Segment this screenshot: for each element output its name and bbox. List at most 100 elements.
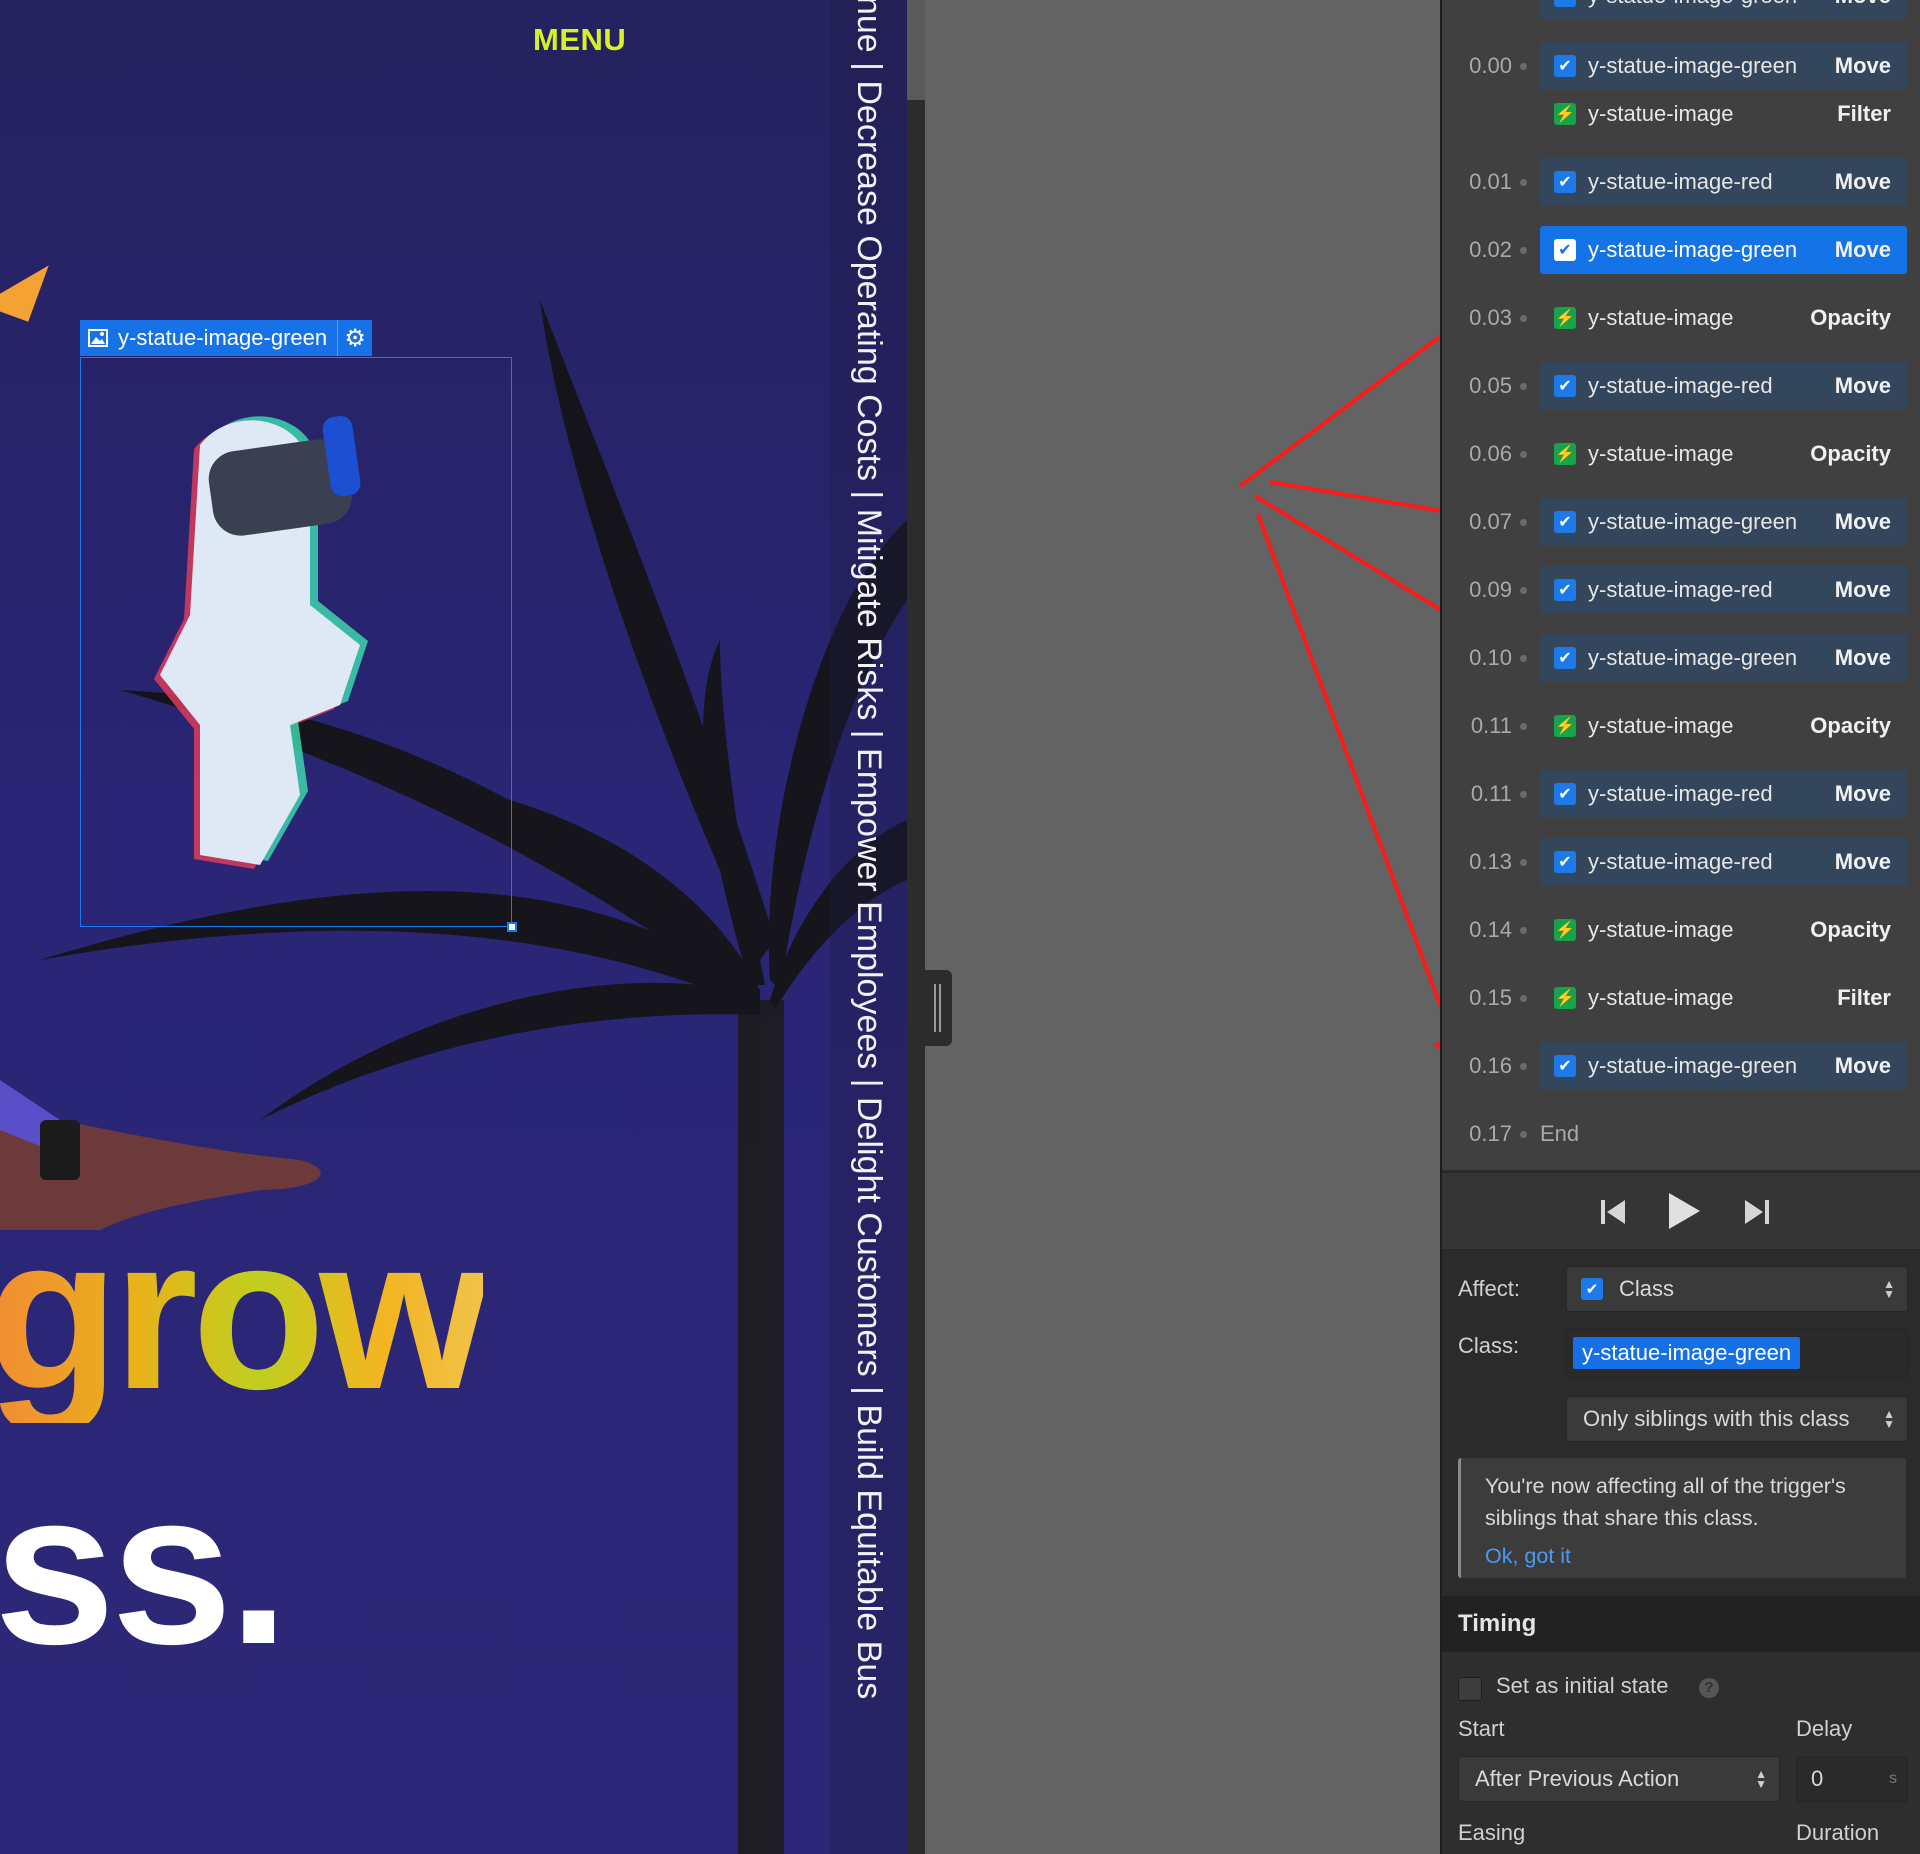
timeline-step[interactable]: ✔ y-statue-image-red Move — [1540, 566, 1907, 614]
end-time: 0.17 — [1469, 1121, 1512, 1146]
hero-headline-line2: ss. — [0, 1447, 289, 1690]
brush-icon: ✔ — [1554, 1055, 1576, 1077]
scope-select[interactable]: Only siblings with this class ▲ ▼ — [1566, 1396, 1908, 1442]
step-action: Filter — [1837, 101, 1891, 126]
step-action: Opacity — [1810, 441, 1891, 466]
timeline-step[interactable]: ✔ y-statue-image-green Move — [1540, 42, 1907, 90]
menu-link[interactable]: MENU — [533, 22, 626, 58]
hero-headline-line1: grow — [0, 1205, 489, 1423]
timing-section-header[interactable]: Timing — [1442, 1596, 1920, 1652]
step-action: Move — [1834, 577, 1891, 602]
timeline-step[interactable]: ✔ y-statue-image-red Move — [1540, 362, 1907, 410]
brush-icon: ✔ — [1554, 511, 1576, 533]
affect-label: Affect: — [1458, 1276, 1520, 1301]
time-dot — [1520, 995, 1527, 1002]
easing-label: Easing — [1458, 1820, 1526, 1845]
step-target: y-statue-image-green — [1588, 1053, 1798, 1078]
timeline-step[interactable]: ✔ y-statue-image-red Move — [1540, 838, 1907, 886]
step-time: 0.11 — [1470, 713, 1512, 738]
timeline-step[interactable]: ⚡ y-statue-image Filter — [1540, 90, 1907, 138]
step-action: Move — [1834, 781, 1891, 806]
select-arrows-icon: ▲ ▼ — [1755, 1767, 1767, 1791]
playback-controls — [1442, 1172, 1920, 1250]
step-target: y-statue-image-red — [1588, 169, 1773, 194]
dismiss-notice-link[interactable]: Ok, got it — [1485, 1540, 1890, 1572]
step-time: 0.09 — [1469, 577, 1512, 602]
brush-icon: ✔ — [1554, 647, 1576, 669]
time-dot — [1520, 247, 1527, 254]
timeline-step[interactable]: ✔ y-statue-image-red Move — [1540, 770, 1907, 818]
timeline-row: 0.02 ✔ y-statue-image-green Move — [1442, 226, 1920, 274]
bolt-icon: ⚡ — [1554, 307, 1576, 329]
class-chip[interactable]: y-statue-image-green — [1573, 1337, 1801, 1369]
start-select[interactable]: After Previous Action ▲ ▼ — [1458, 1756, 1780, 1802]
step-action: Opacity — [1810, 713, 1891, 738]
step-time: 0.10 — [1469, 645, 1512, 670]
timeline-step[interactable]: ✔ y-statue-image-green Move — [1540, 0, 1907, 20]
timeline-step[interactable]: ✔ y-statue-image-green Move — [1540, 1042, 1907, 1090]
timeline-row: 0.07 ✔ y-statue-image-green Move — [1442, 498, 1920, 546]
step-target: y-statue-image — [1588, 101, 1734, 126]
selected-element-outline[interactable] — [80, 357, 512, 927]
timeline-step[interactable]: ✔ y-statue-image-green Move — [1540, 226, 1907, 274]
step-time: 0.00 — [1469, 53, 1512, 78]
panel-resize-handle[interactable] — [924, 970, 952, 1046]
skip-forward-icon[interactable] — [1742, 1197, 1772, 1227]
step-target: y-statue-image-red — [1588, 849, 1773, 874]
resize-handle[interactable] — [507, 922, 517, 932]
canvas-scroll-gutter — [907, 0, 925, 1854]
timeline-row: 0.14 ⚡ y-statue-image Opacity — [1442, 906, 1920, 954]
timeline-step[interactable]: ⚡ y-statue-image Filter — [1540, 974, 1907, 1022]
time-dot — [1520, 519, 1527, 526]
time-dot — [1520, 655, 1527, 662]
skip-back-icon[interactable] — [1598, 1197, 1628, 1227]
annotation-arrow — [1256, 513, 1471, 1075]
play-icon[interactable] — [1666, 1191, 1702, 1231]
step-time: 0.03 — [1469, 305, 1512, 330]
initial-state-label: Set as initial state — [1496, 1673, 1669, 1698]
site-preview-canvas[interactable]: MENU grow ss. venue | Decrease Operating… — [0, 0, 907, 1854]
class-input[interactable]: y-statue-image-green — [1566, 1328, 1908, 1378]
step-target: y-statue-image-green — [1588, 53, 1798, 78]
time-dot — [1520, 723, 1527, 730]
brush-icon: ✔ — [1554, 171, 1576, 193]
end-label: End — [1540, 1121, 1580, 1146]
time-dot — [1520, 63, 1527, 70]
timeline-step[interactable]: ✔ y-statue-image-green Move — [1540, 498, 1907, 546]
gear-icon: ⚙ — [344, 324, 366, 352]
bolt-icon: ⚡ — [1554, 715, 1576, 737]
time-dot — [1520, 179, 1527, 186]
bolt-icon: ⚡ — [1554, 919, 1576, 941]
selected-element-label[interactable]: y-statue-image-green ⚙ — [80, 320, 373, 356]
select-arrows-icon: ▲ ▼ — [1883, 1277, 1895, 1301]
timeline-row: 0.05 ✔ y-statue-image-red Move — [1442, 362, 1920, 410]
timeline-step[interactable]: ⚡ y-statue-image Opacity — [1540, 430, 1907, 478]
step-time: 0.06 — [1469, 441, 1512, 466]
timeline-step[interactable]: ⚡ y-statue-image Opacity — [1540, 294, 1907, 342]
timeline-step[interactable]: ⚡ y-statue-image Opacity — [1540, 702, 1907, 750]
brush-icon: ✔ — [1554, 783, 1576, 805]
step-action: Move — [1834, 509, 1891, 534]
delay-input[interactable]: 0 s — [1796, 1756, 1908, 1802]
step-action: Move — [1834, 645, 1891, 670]
step-time: 0.15 — [1469, 985, 1512, 1010]
bolt-icon: ⚡ — [1554, 103, 1576, 125]
help-icon[interactable]: ? — [1699, 1678, 1719, 1698]
time-dot — [1520, 1131, 1527, 1138]
brush-icon: ✔ — [1554, 0, 1576, 7]
step-action: Filter — [1837, 985, 1891, 1010]
element-settings-button[interactable]: ⚙ — [337, 320, 372, 356]
interactions-panel: ✔ y-statue-image-green Move 0.00 ✔ y-statu… — [1440, 0, 1920, 1854]
initial-state-checkbox[interactable] — [1458, 1677, 1482, 1701]
timeline-step[interactable]: ✔ y-statue-image-red Move — [1540, 158, 1907, 206]
step-target: y-statue-image-red — [1588, 373, 1773, 398]
time-dot — [1520, 383, 1527, 390]
affect-select[interactable]: ✔ Class ▲ ▼ — [1566, 1266, 1908, 1312]
affect-value: Class — [1619, 1276, 1675, 1301]
timeline-step[interactable]: ⚡ y-statue-image Opacity — [1540, 906, 1907, 954]
timeline-step[interactable]: ✔ y-statue-image-green Move — [1540, 634, 1907, 682]
time-dot — [1520, 927, 1527, 934]
step-target: y-statue-image — [1588, 305, 1734, 330]
step-action: Move — [1835, 0, 1891, 9]
ticker-text: venue | Decrease Operating Costs | Mitig… — [850, 0, 888, 1700]
